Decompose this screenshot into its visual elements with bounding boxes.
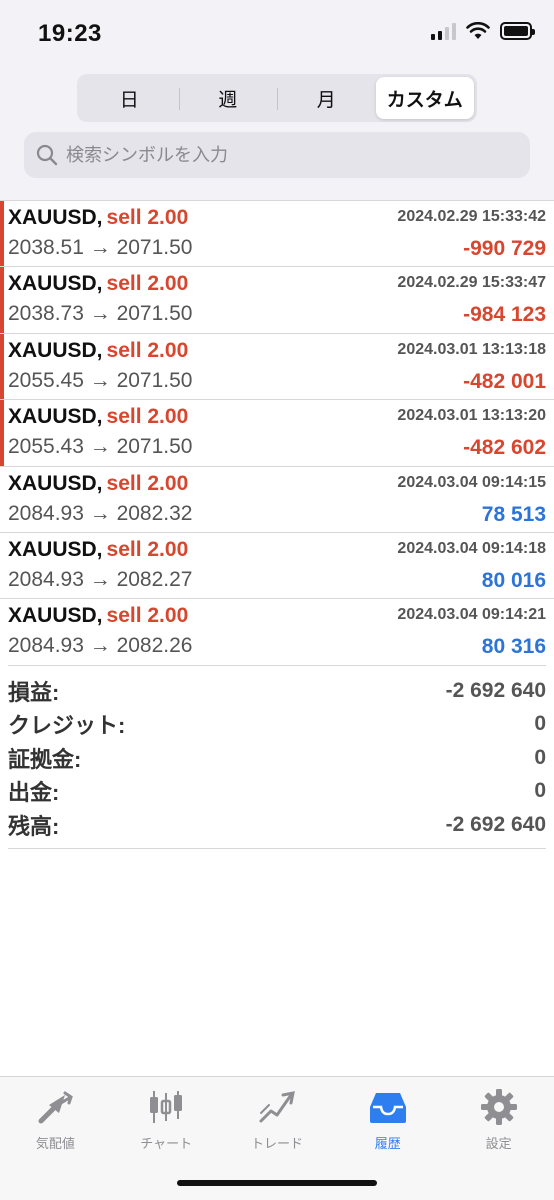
status-time: 19:23 xyxy=(38,20,102,47)
trade-symbol: XAUUSD, sell 2.00 xyxy=(8,206,188,230)
trade-row[interactable]: XAUUSD, sell 2.00 2024.03.04 09:14:18 208… xyxy=(0,531,554,598)
trade-profit: 80 016 xyxy=(481,568,546,592)
trade-side: sell 2.00 xyxy=(106,471,189,495)
trade-datetime: 2024.03.04 09:14:15 xyxy=(397,473,546,491)
summary-value: 0 xyxy=(534,779,546,803)
trade-prices: 2038.73 → 2071.50 xyxy=(8,302,193,326)
trade-profit: -482 001 xyxy=(463,369,546,393)
wifi-icon xyxy=(466,22,490,39)
summary-row-withdrawal: 出金: 0 xyxy=(8,775,546,809)
history-icon xyxy=(369,1093,406,1123)
trade-row[interactable]: XAUUSD, sell 2.00 2024.03.01 13:13:18 205… xyxy=(0,332,554,400)
chart-icon xyxy=(150,1091,183,1123)
trade-symbol: XAUUSD, sell 2.00 xyxy=(8,405,188,429)
summary-value: -2 692 640 xyxy=(445,812,546,836)
symbol-name: XAUUSD, xyxy=(8,537,103,561)
summary-row-profit: 損益: -2 692 640 xyxy=(8,674,546,708)
summary-label: クレジット: xyxy=(8,713,126,739)
status-bar: 19:23 xyxy=(0,0,554,66)
trade-profit: -990 729 xyxy=(463,237,546,260)
trade-profit: 80 316 xyxy=(481,635,546,659)
summary-row-credit: クレジット: 0 xyxy=(8,708,546,742)
summary-value: 0 xyxy=(534,712,546,736)
account-summary: 損益: -2 692 640 クレジット: 0 証拠金: 0 出金: 0 残高:… xyxy=(8,665,546,849)
trade-prices: 2055.43 → 2071.50 xyxy=(8,435,193,459)
trade-datetime: 2024.02.29 15:33:47 xyxy=(397,274,546,292)
symbol-name: XAUUSD, xyxy=(8,405,103,429)
symbol-name: XAUUSD, xyxy=(8,338,103,362)
tab-label: 設定 xyxy=(485,1136,512,1151)
trade-side: sell 2.00 xyxy=(106,604,189,628)
trade-datetime: 2024.02.29 15:33:42 xyxy=(397,208,546,225)
period-tab-week[interactable]: 週 xyxy=(178,77,278,119)
trade-prices: 2084.93 → 2082.32 xyxy=(8,501,193,525)
battery-icon xyxy=(500,22,535,40)
summary-value: 0 xyxy=(534,745,546,769)
trade-profit: -482 602 xyxy=(463,436,546,460)
summary-row-balance: 残高: -2 692 640 xyxy=(8,808,546,842)
trade-datetime: 2024.03.04 09:14:18 xyxy=(397,539,546,557)
trade-profit: -984 123 xyxy=(463,303,546,327)
period-tab-day[interactable]: 日 xyxy=(80,77,179,119)
period-segmented-control: 日 週 月 カスタム xyxy=(77,74,477,122)
trade-side: sell 2.00 xyxy=(106,206,189,229)
tab-label: チャート xyxy=(140,1136,193,1151)
trade-prices: 2055.45 → 2071.50 xyxy=(8,368,193,392)
trade-side: sell 2.00 xyxy=(106,537,189,561)
trade-icon xyxy=(259,1091,295,1123)
tab-settings[interactable]: 設定 xyxy=(443,1077,554,1200)
trade-prices: 2084.93 → 2082.26 xyxy=(8,634,193,658)
trade-side: sell 2.00 xyxy=(106,405,189,429)
symbol-name: XAUUSD, xyxy=(8,604,103,628)
period-tab-month[interactable]: 月 xyxy=(277,77,376,119)
trade-symbol: XAUUSD, sell 2.00 xyxy=(8,604,188,628)
trade-side: sell 2.00 xyxy=(106,338,189,362)
trade-row[interactable]: XAUUSD, sell 2.00 2024.02.29 15:33:42 203… xyxy=(0,200,554,267)
summary-value: -2 692 640 xyxy=(445,678,546,702)
symbol-name: XAUUSD, xyxy=(8,471,103,495)
status-icons xyxy=(431,22,535,40)
cellular-signal-icon xyxy=(431,22,456,40)
summary-label: 残高: xyxy=(8,813,60,839)
trade-prices: 2038.51 → 2071.50 xyxy=(8,236,193,259)
tab-quotes[interactable]: 気配値 xyxy=(0,1077,111,1200)
trade-row[interactable]: XAUUSD, sell 2.00 2024.03.04 09:14:15 208… xyxy=(0,465,554,532)
summary-label: 出金: xyxy=(8,780,60,806)
search-icon xyxy=(36,144,58,166)
trade-symbol: XAUUSD, sell 2.00 xyxy=(8,272,188,296)
trade-row[interactable]: XAUUSD, sell 2.00 2024.02.29 15:33:47 203… xyxy=(0,266,554,334)
trade-side: sell 2.00 xyxy=(106,272,189,296)
trade-symbol: XAUUSD, sell 2.00 xyxy=(8,538,188,562)
summary-label: 損益: xyxy=(8,679,60,705)
trade-datetime: 2024.03.01 13:13:18 xyxy=(397,340,546,358)
symbol-name: XAUUSD, xyxy=(8,272,103,296)
trade-profit: 78 513 xyxy=(481,502,546,526)
trade-row[interactable]: XAUUSD, sell 2.00 2024.03.04 09:14:21 208… xyxy=(0,598,554,664)
summary-row-deposit: 証拠金: 0 xyxy=(8,741,546,775)
period-tab-custom[interactable]: カスタム xyxy=(375,77,474,119)
tab-label: 履歴 xyxy=(374,1136,401,1151)
trade-history-list: XAUUSD, sell 2.00 2024.02.29 15:33:42 203… xyxy=(0,200,554,665)
summary-label: 証拠金: xyxy=(8,746,82,772)
trade-row[interactable]: XAUUSD, sell 2.00 2024.03.01 13:13:20 205… xyxy=(0,399,554,466)
tab-label: 気配値 xyxy=(35,1136,75,1151)
history-header: 日 週 月 カスタム xyxy=(0,66,554,200)
tab-label: トレード xyxy=(250,1136,303,1151)
trade-symbol: XAUUSD, sell 2.00 xyxy=(8,472,188,496)
symbol-name: XAUUSD, xyxy=(8,206,103,229)
search-input[interactable] xyxy=(66,144,506,166)
settings-icon xyxy=(480,1089,517,1125)
trade-datetime: 2024.03.01 13:13:20 xyxy=(397,407,546,425)
home-indicator[interactable] xyxy=(177,1180,377,1186)
trade-prices: 2084.93 → 2082.27 xyxy=(8,567,193,591)
trade-datetime: 2024.03.04 09:14:21 xyxy=(397,606,546,624)
trade-symbol: XAUUSD, sell 2.00 xyxy=(8,339,188,363)
quotes-icon xyxy=(38,1091,74,1124)
search-bar[interactable] xyxy=(24,132,530,178)
